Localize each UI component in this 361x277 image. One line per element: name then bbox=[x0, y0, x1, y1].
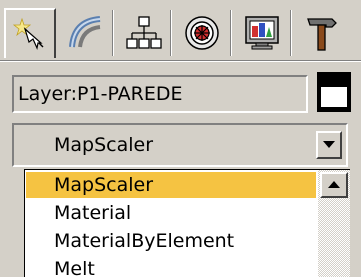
command-panel-tabs bbox=[0, 0, 361, 62]
tab-display[interactable] bbox=[236, 8, 288, 58]
list-item[interactable]: Melt bbox=[26, 256, 316, 277]
create-wand-icon bbox=[12, 17, 44, 50]
dropdown-toggle-button[interactable] bbox=[316, 131, 342, 159]
tab-utilities[interactable] bbox=[296, 8, 348, 58]
display-monitor-icon bbox=[245, 16, 279, 50]
object-name-field[interactable]: Layer:P1-PAREDE bbox=[12, 75, 308, 113]
tab-modify[interactable] bbox=[60, 8, 112, 58]
list-item[interactable]: Material bbox=[26, 200, 316, 226]
tab-strip-divider bbox=[0, 60, 361, 62]
motion-icon bbox=[185, 16, 219, 50]
utilities-hammer-icon bbox=[307, 18, 337, 51]
modifier-list-dropdown[interactable]: MapScaler bbox=[12, 123, 348, 167]
scroll-up-button[interactable] bbox=[320, 172, 348, 198]
list-scrollbar[interactable] bbox=[318, 170, 350, 277]
object-name-text: Layer:P1-PAREDE bbox=[18, 83, 183, 105]
modify-arc-icon bbox=[69, 16, 101, 48]
modifier-list-selected: MapScaler bbox=[54, 134, 154, 156]
modifier-list-popup: MapScaler Material MaterialByElement Mel… bbox=[24, 169, 350, 277]
tab-hierarchy[interactable] bbox=[118, 8, 170, 58]
tab-separator bbox=[112, 10, 114, 56]
object-color-inner bbox=[321, 87, 347, 107]
tab-create[interactable] bbox=[4, 8, 56, 58]
list-item[interactable]: MapScaler bbox=[26, 172, 316, 198]
object-color-swatch[interactable] bbox=[317, 72, 351, 112]
list-item[interactable]: MaterialByElement bbox=[26, 228, 316, 254]
tab-separator bbox=[290, 10, 292, 56]
tab-separator bbox=[170, 10, 172, 56]
triangle-down-icon bbox=[323, 141, 335, 148]
triangle-up-icon bbox=[328, 181, 340, 188]
hierarchy-icon bbox=[126, 16, 162, 49]
tab-separator bbox=[230, 10, 232, 56]
tab-motion[interactable] bbox=[176, 8, 228, 58]
